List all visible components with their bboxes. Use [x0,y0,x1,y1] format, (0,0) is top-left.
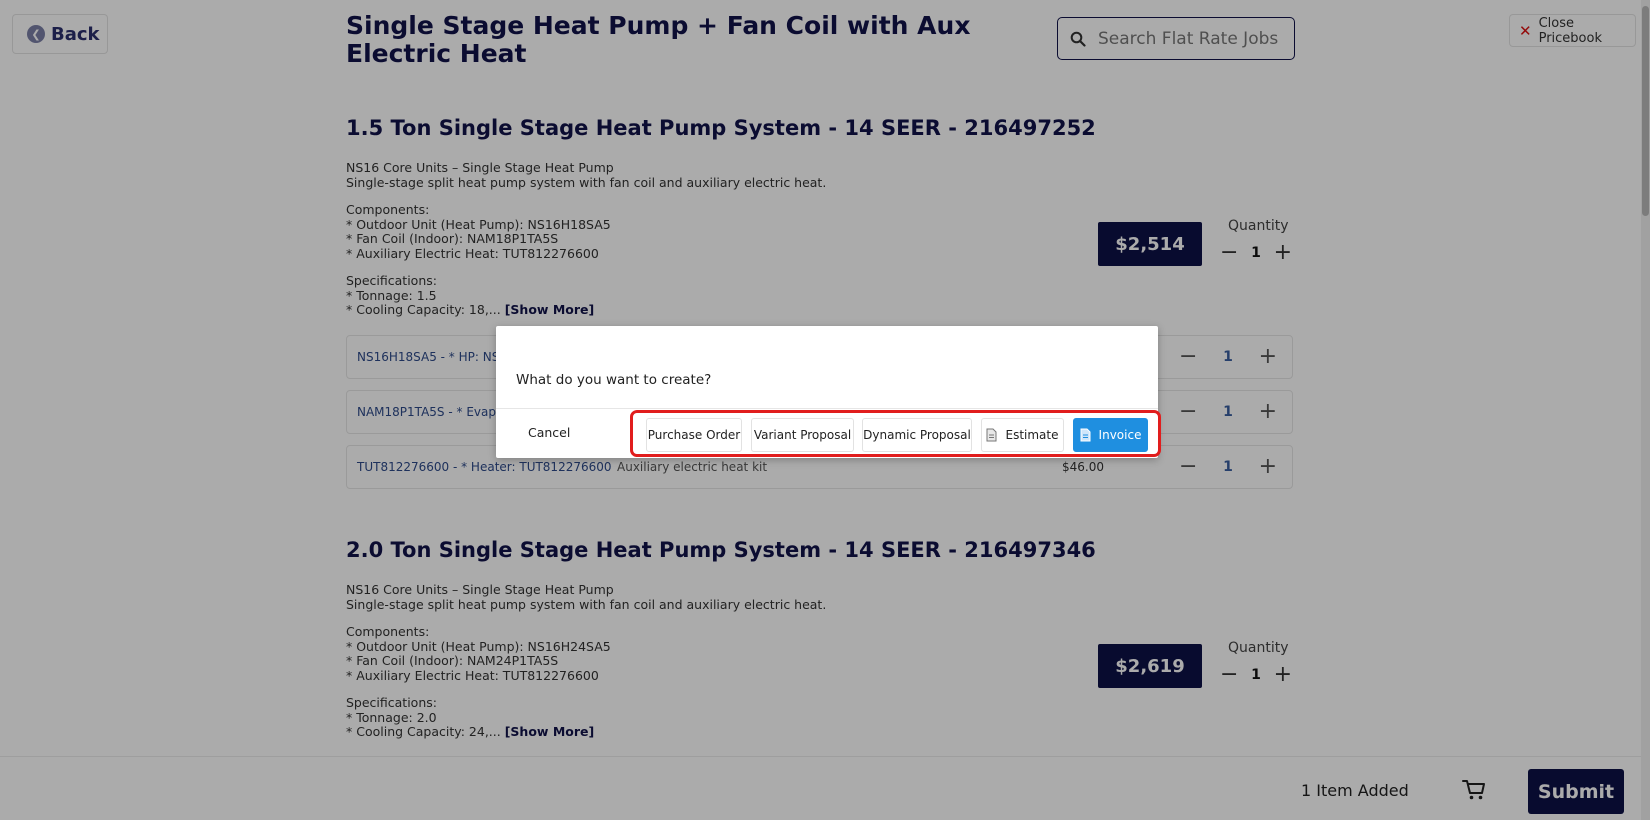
dynamic-proposal-button[interactable]: Dynamic Proposal [862,418,972,452]
option-label: Invoice [1098,428,1142,442]
cancel-button[interactable]: Cancel [528,425,570,440]
option-label: Purchase Order [647,428,741,442]
option-label: Variant Proposal [753,428,852,442]
invoice-button[interactable]: Invoice [1073,418,1148,452]
purchase-order-button[interactable]: Purchase Order [646,418,742,452]
dialog-divider [496,408,1158,409]
dialog-question: What do you want to create? [516,372,712,388]
estimate-button[interactable]: Estimate [981,418,1064,452]
option-label: Dynamic Proposal [863,428,971,442]
option-label: Estimate [1005,428,1059,442]
variant-proposal-button[interactable]: Variant Proposal [751,418,854,452]
invoice-document-icon [1080,428,1091,442]
document-icon [986,428,997,442]
